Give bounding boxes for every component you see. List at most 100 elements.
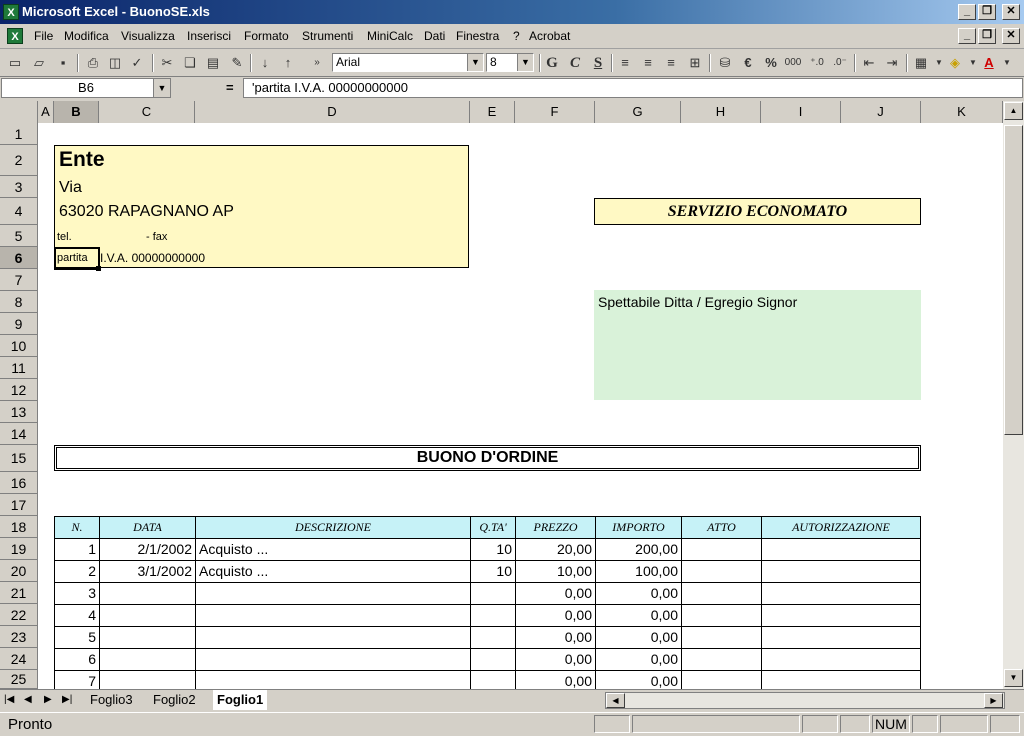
fill-handle[interactable] <box>96 266 101 271</box>
formula-input[interactable]: 'partita I.V.A. 00000000000 <box>243 78 1023 98</box>
table-cell-quantity[interactable] <box>471 649 516 671</box>
paste-icon[interactable]: ▤ <box>204 54 222 72</box>
cut-icon[interactable]: ✂ <box>158 54 176 72</box>
table-cell-act[interactable] <box>682 627 762 649</box>
table-cell-act[interactable] <box>682 649 762 671</box>
table-cell-amount[interactable]: 100,00 <box>596 561 682 583</box>
table-cell-amount[interactable]: 0,00 <box>596 649 682 671</box>
save-icon[interactable]: ▪ <box>54 54 72 72</box>
table-cell-price[interactable]: 0,00 <box>516 583 596 605</box>
sheet-tab-foglio1[interactable]: Foglio1 <box>213 690 268 710</box>
first-sheet-icon[interactable]: |◀ <box>4 690 14 710</box>
table-cell-quantity[interactable]: 10 <box>471 561 516 583</box>
table-cell-quantity[interactable] <box>471 583 516 605</box>
table-cell-price[interactable]: 20,00 <box>516 539 596 561</box>
table-cell-authorization[interactable] <box>762 539 921 561</box>
table-cell-amount[interactable]: 0,00 <box>596 605 682 627</box>
row-header[interactable]: 14 <box>0 423 38 445</box>
column-header-c[interactable]: C <box>99 101 195 123</box>
vertical-scrollbar[interactable]: ▲ ▼ <box>1003 101 1024 689</box>
table-cell-act[interactable] <box>682 539 762 561</box>
scroll-down-button[interactable]: ▼ <box>1004 669 1023 687</box>
table-cell-act[interactable] <box>682 561 762 583</box>
print-icon[interactable]: ⎙ <box>84 54 102 72</box>
increase-indent-icon[interactable]: ⇥ <box>883 54 901 72</box>
next-sheet-icon[interactable]: ▶ <box>44 690 52 710</box>
chevron-down-icon[interactable]: ▼ <box>153 79 170 97</box>
minimize-button[interactable]: _ <box>958 4 976 20</box>
row-header[interactable]: 11 <box>0 357 38 379</box>
table-cell-date[interactable] <box>100 671 196 689</box>
table-cell-amount[interactable]: 200,00 <box>596 539 682 561</box>
align-left-icon[interactable]: ≡ <box>616 54 634 72</box>
open-icon[interactable]: ▱ <box>30 54 48 72</box>
column-header-g[interactable]: G <box>595 101 681 123</box>
table-cell-authorization[interactable] <box>762 605 921 627</box>
table-cell-quantity[interactable] <box>471 627 516 649</box>
row-header[interactable]: 18 <box>0 516 38 538</box>
menu-inserisci[interactable]: Inserisci <box>187 29 231 43</box>
currency-icon[interactable]: ⛁ <box>716 54 734 72</box>
table-cell-date[interactable] <box>100 583 196 605</box>
align-center-icon[interactable]: ≡ <box>639 54 657 72</box>
column-header-a[interactable]: A <box>38 101 54 123</box>
column-header-d[interactable]: D <box>195 101 470 123</box>
sheet-tab-foglio2[interactable]: Foglio2 <box>153 690 196 710</box>
last-sheet-icon[interactable]: ▶| <box>62 690 72 710</box>
column-header-i[interactable]: I <box>761 101 841 123</box>
menu-file[interactable]: File <box>34 29 53 43</box>
row-header[interactable]: 12 <box>0 379 38 401</box>
row-header[interactable]: 3 <box>0 176 38 198</box>
menu-visualizza[interactable]: Visualizza <box>121 29 175 43</box>
table-cell-num[interactable]: 5 <box>55 627 100 649</box>
column-header-h[interactable]: H <box>681 101 761 123</box>
close-button[interactable]: ✕ <box>1002 4 1020 20</box>
table-cell-act[interactable] <box>682 583 762 605</box>
font-size-select[interactable]: 8 ▼ <box>486 53 534 72</box>
table-cell-description[interactable] <box>196 671 471 689</box>
table-cell-price[interactable]: 0,00 <box>516 605 596 627</box>
align-right-icon[interactable]: ≡ <box>662 54 680 72</box>
table-cell-amount[interactable]: 0,00 <box>596 627 682 649</box>
row-header[interactable]: 22 <box>0 604 38 626</box>
merge-center-icon[interactable]: ⊞ <box>686 54 704 72</box>
table-cell-authorization[interactable] <box>762 561 921 583</box>
table-cell-description[interactable] <box>196 583 471 605</box>
column-header-f[interactable]: F <box>515 101 595 123</box>
table-cell-quantity[interactable]: 10 <box>471 539 516 561</box>
table-cell-num[interactable]: 1 <box>55 539 100 561</box>
table-cell-description[interactable] <box>196 627 471 649</box>
row-header[interactable]: 23 <box>0 626 38 648</box>
excel-icon[interactable]: X <box>3 4 19 20</box>
font-color-icon[interactable]: A <box>980 54 998 72</box>
percent-button[interactable]: % <box>762 54 780 72</box>
decrease-decimal-icon[interactable]: .0⁻ <box>831 54 849 72</box>
select-all-corner[interactable] <box>0 101 38 123</box>
chevron-down-icon[interactable]: ▼ <box>467 54 483 71</box>
row-header[interactable]: 17 <box>0 494 38 516</box>
format-painter-icon[interactable]: ✎ <box>228 54 246 72</box>
doc-minimize-button[interactable]: _ <box>958 28 976 44</box>
spelling-icon[interactable]: ✓ <box>128 54 146 72</box>
italic-button[interactable]: C <box>566 54 584 72</box>
table-cell-amount[interactable]: 0,00 <box>596 583 682 605</box>
row-header[interactable]: 19 <box>0 538 38 560</box>
menu-finestra[interactable]: Finestra <box>456 29 499 43</box>
print-preview-icon[interactable]: ◫ <box>106 54 124 72</box>
row-header[interactable]: 4 <box>0 198 38 225</box>
prev-sheet-icon[interactable]: ◀ <box>24 690 32 710</box>
column-header-b[interactable]: B <box>54 101 99 123</box>
table-cell-description[interactable]: Acquisto ... <box>196 561 471 583</box>
row-header[interactable]: 9 <box>0 313 38 335</box>
table-cell-quantity[interactable] <box>471 605 516 627</box>
scroll-thumb[interactable] <box>1004 125 1023 435</box>
toolbar-more-icon[interactable]: » <box>308 54 326 72</box>
row-header[interactable]: 25 <box>0 670 38 689</box>
menu-dati[interactable]: Dati <box>424 29 445 43</box>
sheet-tab-foglio3[interactable]: Foglio3 <box>90 690 133 710</box>
table-cell-authorization[interactable] <box>762 671 921 689</box>
sort-descending-icon[interactable]: ↑ <box>279 54 297 72</box>
table-cell-price[interactable]: 0,00 <box>516 671 596 689</box>
chevron-down-icon[interactable]: ▼ <box>998 54 1016 72</box>
table-cell-date[interactable]: 2/1/2002 <box>100 539 196 561</box>
